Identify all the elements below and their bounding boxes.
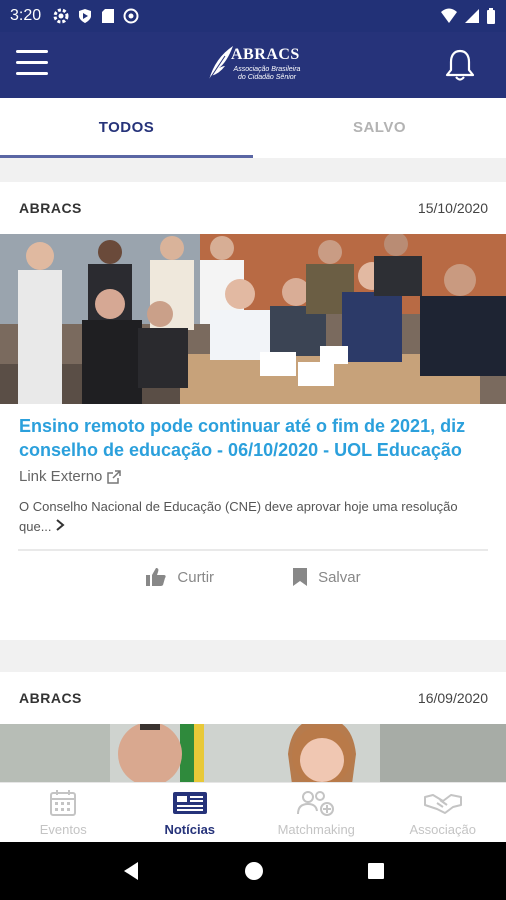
card-title[interactable]: Ensino remoto pode continuar até o fim d… — [0, 404, 506, 462]
card-date: 15/10/2020 — [417, 200, 488, 216]
calendar-icon — [50, 790, 77, 816]
sd-card-icon — [102, 9, 115, 23]
logo-word: ABRACS — [231, 46, 300, 63]
hamburger-icon-line — [16, 72, 48, 75]
nav-associacao[interactable]: Associação — [380, 783, 506, 842]
newspaper-icon — [172, 792, 207, 814]
news-card[interactable]: ABRACS 15/10/2020 Ensino remoto pode con… — [0, 182, 506, 640]
signal-icon — [465, 9, 479, 23]
system-navigation-bar — [0, 842, 506, 900]
recents-icon[interactable] — [366, 861, 386, 881]
handshake-icon — [423, 794, 462, 814]
battery-icon — [487, 8, 495, 24]
nav-matchmaking[interactable]: Matchmaking — [253, 783, 380, 842]
news-card[interactable]: ABRACS 16/09/2020 — [0, 672, 506, 782]
card-photo[interactable] — [0, 234, 506, 404]
bookmark-icon — [293, 568, 308, 586]
like-button[interactable]: Curtir — [145, 567, 214, 587]
tab-todos[interactable]: TODOS — [0, 98, 253, 158]
card-source: ABRACS — [19, 200, 82, 216]
portrait-photo-image — [0, 724, 506, 782]
wifi-icon — [441, 8, 457, 23]
tab-bar: TODOS SALVO — [0, 98, 506, 158]
card-excerpt-text: O Conselho Nacional de Educação (CNE) de… — [19, 499, 458, 534]
card-actions: Curtir Salvar — [0, 551, 506, 587]
nav-noticias[interactable]: Notícias — [127, 783, 254, 842]
shield-play-icon — [79, 9, 92, 23]
back-icon[interactable] — [120, 860, 142, 882]
app-bar: ABRACS Associação Brasileira do Cidadão … — [0, 32, 506, 98]
logo-subtitle: Associação Brasileira do Cidadão Sênior — [233, 66, 301, 81]
save-button[interactable]: Salvar — [292, 567, 361, 587]
gear-icon — [53, 8, 69, 24]
external-link[interactable]: Link Externo — [0, 462, 506, 485]
hamburger-icon-line — [16, 61, 48, 64]
news-feed: ABRACS 15/10/2020 Ensino remoto pode con… — [0, 158, 506, 782]
external-link-label: Link Externo — [19, 468, 103, 485]
nav-noticias-label: Notícias — [164, 822, 216, 837]
hamburger-icon-line — [16, 50, 48, 53]
nav-eventos-label: Eventos — [39, 822, 87, 837]
card-photo[interactable] — [0, 724, 506, 782]
meeting-photo-image — [0, 234, 506, 404]
people-add-icon — [297, 791, 335, 816]
status-time: 3:20 — [10, 7, 42, 24]
save-label: Salvar — [318, 568, 361, 586]
tab-salvo[interactable]: SALVO — [253, 98, 506, 158]
abracs-logo: ABRACS Associação Brasileira do Cidadão … — [205, 44, 305, 84]
status-bar: 3:20 — [0, 0, 506, 32]
bottom-navigation: Eventos Notícias Matchmaking Associação — [0, 782, 506, 842]
card-excerpt[interactable]: O Conselho Nacional de Educação (CNE) de… — [0, 485, 506, 537]
notification-bell-icon[interactable] — [444, 48, 476, 82]
thumbs-up-icon — [146, 568, 167, 586]
external-link-icon — [107, 469, 122, 484]
nav-eventos[interactable]: Eventos — [0, 783, 127, 842]
like-label: Curtir — [177, 568, 215, 586]
chevron-right-icon — [56, 519, 65, 531]
card-date: 16/09/2020 — [417, 690, 488, 706]
card-header: ABRACS 16/09/2020 — [0, 672, 506, 724]
vpn-icon — [123, 8, 139, 24]
card-source: ABRACS — [19, 690, 82, 706]
nav-matchmaking-label: Matchmaking — [277, 822, 355, 837]
card-header: ABRACS 15/10/2020 — [0, 182, 506, 234]
home-icon[interactable] — [243, 860, 265, 882]
menu-button[interactable] — [16, 50, 48, 78]
nav-associacao-label: Associação — [409, 822, 476, 837]
